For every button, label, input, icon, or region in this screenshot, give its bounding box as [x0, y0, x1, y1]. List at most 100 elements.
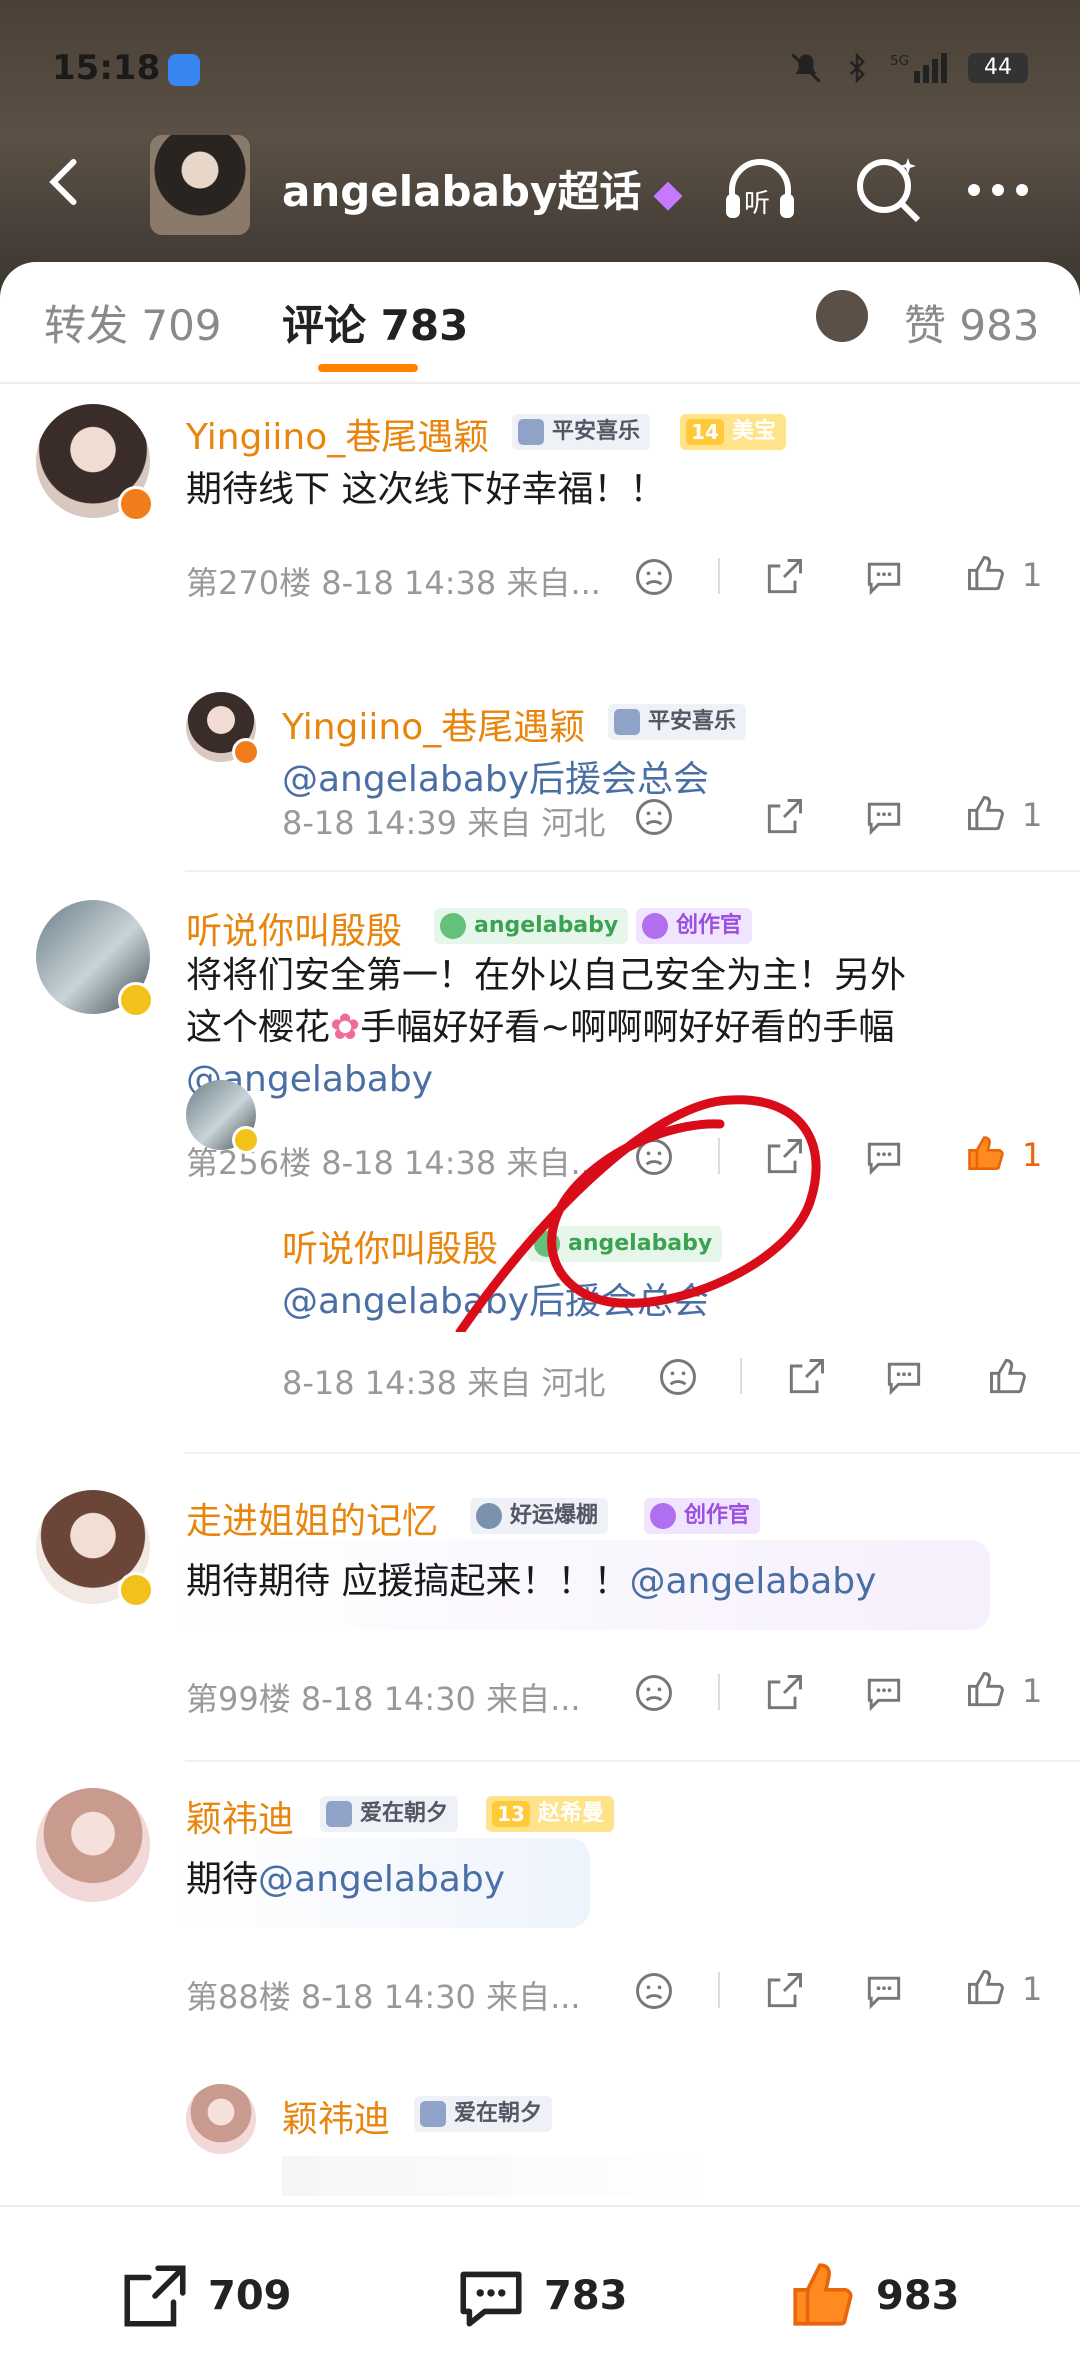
verified-badge-icon: [232, 1126, 260, 1154]
header: 15:18 5G 44 angelababy超话 ◆ 听: [0, 0, 1080, 300]
level-badge-label: 赵希曼: [538, 1801, 605, 1826]
reply-avatar[interactable]: [186, 2084, 256, 2154]
comment-actions: 1: [632, 1668, 1052, 1718]
comment-text: 期待@angelababy: [186, 1854, 505, 1906]
share-icon[interactable]: [762, 792, 806, 842]
bluetooth-icon: [849, 52, 866, 84]
comment-actions: 1: [632, 552, 1052, 602]
comment-line: 将将们安全第一！在外以自己安全为主！另外: [186, 955, 907, 996]
like-count: 1: [1022, 1970, 1043, 2008]
fan-badge-label: 平安喜乐: [552, 419, 641, 444]
tab-likes[interactable]: 赞 983: [904, 292, 1040, 353]
signal-5g-icon: 5G: [890, 53, 947, 83]
calendar-badge-icon: [326, 1801, 352, 1827]
flower-badge-icon: [534, 1231, 560, 1257]
comment-actions: 1: [632, 1966, 1052, 2016]
like-button[interactable]: 1: [964, 552, 1044, 602]
fan-badge: 好运爆棚: [470, 1498, 609, 1534]
dislike-icon[interactable]: [632, 1668, 676, 1718]
divider: [185, 1452, 1080, 1454]
share-icon[interactable]: [762, 1132, 806, 1182]
share-icon[interactable]: [784, 1352, 828, 1402]
tab-repost[interactable]: 转发 709: [44, 292, 222, 353]
fan-badge-label: angelababy: [474, 913, 619, 938]
more-icon[interactable]: [958, 150, 1038, 230]
reply-text: @angelababy后援会总会: [282, 1276, 709, 1328]
planet-badge-icon: [642, 913, 668, 939]
reply-icon[interactable]: [862, 1668, 906, 1718]
tab-comments[interactable]: 评论 783: [282, 292, 468, 353]
creator-badge-label: 创作官: [684, 1503, 751, 1528]
username[interactable]: 听说你叫殷殷: [186, 902, 402, 954]
creator-badge-label: 创作官: [676, 913, 743, 938]
username[interactable]: 走进姐姐的记忆: [186, 1492, 438, 1544]
like-count: 983: [876, 2273, 960, 2319]
share-icon[interactable]: [762, 1966, 806, 2016]
like-post-button[interactable]: 983: [786, 2259, 960, 2333]
reply-icon[interactable]: [862, 1966, 906, 2016]
top-nav: angelababy超话 ◆ 听: [0, 130, 1080, 240]
fan-badge: angelababy: [434, 908, 629, 944]
comment-meta: 第88楼 8-18 14:30 来自...: [186, 1978, 581, 2016]
dislike-icon[interactable]: [632, 552, 676, 602]
reply-meta: 8-18 14:39 来自 河北: [282, 804, 606, 842]
reply-username[interactable]: 颖祎迪: [282, 2090, 390, 2142]
comment-panel: 转发 709 评论 783 赞 983 Yingiino_巷尾遇颖 平安喜乐 1…: [0, 262, 1080, 2372]
like-button[interactable]: 1: [964, 1668, 1044, 1718]
reply-icon[interactable]: [862, 1132, 906, 1182]
username[interactable]: Yingiino_巷尾遇颖: [186, 408, 489, 460]
repost-count: 709: [208, 2273, 292, 2319]
level-badge-label: 美宝: [732, 419, 777, 444]
divider: [718, 1674, 720, 1710]
divider: [185, 1760, 1080, 1762]
like-button-active[interactable]: 1: [964, 1132, 1044, 1182]
reply-username[interactable]: 听说你叫殷殷: [282, 1220, 498, 1272]
mention-link[interactable]: @angelababy: [629, 1561, 876, 1602]
thumbs-up-icon: [968, 1970, 1004, 2005]
repost-button[interactable]: 709: [118, 2259, 292, 2333]
comment-line: 这个樱花✿手幅好好看~啊啊啊好好看的手幅: [186, 1002, 986, 1054]
app-notification-icon: [168, 54, 200, 86]
dislike-icon[interactable]: [632, 792, 676, 842]
dislike-icon[interactable]: [656, 1352, 700, 1402]
mention-link[interactable]: @angelababy: [186, 1054, 986, 1106]
comment-fragment: 手幅好好看~啊啊啊好好看的手幅: [360, 1007, 895, 1048]
listen-icon[interactable]: 听: [720, 150, 800, 230]
reply-mention[interactable]: @angelababy后援会总会: [282, 1281, 709, 1322]
comment-icon: [460, 2271, 522, 2327]
calendar-badge-icon: [518, 419, 544, 445]
back-icon[interactable]: [36, 152, 96, 212]
share-icon[interactable]: [762, 1668, 806, 1718]
search-icon[interactable]: [848, 150, 928, 230]
comment-fragment: 期待期待 应援搞起来！！！: [186, 1561, 630, 1602]
topic-avatar[interactable]: [150, 135, 250, 235]
reply-icon[interactable]: [882, 1352, 926, 1402]
mention-link[interactable]: @angelababy: [258, 1859, 505, 1900]
dislike-icon[interactable]: [632, 1132, 676, 1182]
like-button[interactable]: 1: [964, 1966, 1044, 2016]
thumbs-up-icon: [968, 556, 1004, 591]
level-badge: 13 赵希曼: [486, 1796, 615, 1832]
thumbs-up-icon[interactable]: [986, 1352, 1030, 1402]
thumbs-up-icon: [968, 1672, 1004, 1707]
status-bar: 15:18 5G 44: [52, 48, 1028, 92]
verified-badge-icon: [118, 1572, 154, 1608]
username[interactable]: 颖祎迪: [186, 1790, 294, 1842]
like-button[interactable]: 1: [964, 792, 1044, 842]
comment-button[interactable]: 783: [454, 2259, 628, 2333]
share-icon: [124, 2265, 186, 2327]
dislike-icon[interactable]: [632, 1966, 676, 2016]
like-count: 1: [1022, 1672, 1043, 1710]
avatar[interactable]: [36, 1788, 150, 1902]
share-icon[interactable]: [762, 552, 806, 602]
creator-badge: 创作官: [644, 1498, 761, 1534]
svg-text:听: 听: [744, 189, 770, 219]
reply-icon[interactable]: [862, 792, 906, 842]
fan-badge-label: 好运爆棚: [510, 1503, 599, 1528]
thumbs-up-filled-icon: [968, 1136, 1004, 1170]
reply-icon[interactable]: [862, 552, 906, 602]
verified-badge-icon: [118, 982, 154, 1018]
fan-badge: angelababy: [528, 1226, 723, 1262]
reply-username[interactable]: Yingiino_巷尾遇颖: [282, 698, 585, 750]
fan-badge: 平安喜乐: [608, 704, 747, 740]
